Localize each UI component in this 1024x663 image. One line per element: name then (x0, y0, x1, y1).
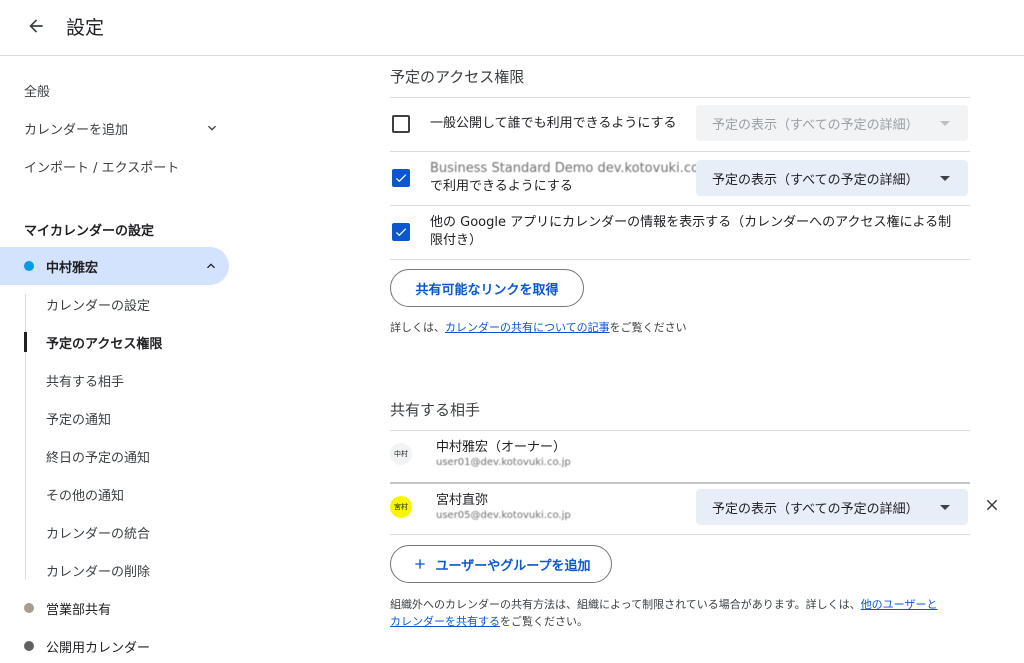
app-header: 設定 (0, 0, 1024, 56)
select-value: 予定の表示（すべての予定の詳細） (712, 172, 919, 188)
divider (390, 259, 970, 260)
chevron-down-icon (208, 125, 216, 131)
avatar: 中村 (390, 443, 412, 465)
sidebar-sub-integrate-calendar[interactable]: カレンダーの統合 (26, 513, 236, 551)
google-apps-label: 他の Google アプリにカレンダーの情報を表示する（カレンダーへのアクセス権… (430, 214, 970, 250)
check-icon (395, 174, 407, 183)
divider (390, 430, 970, 431)
person-name: 宮村直弥 (436, 493, 489, 508)
close-icon (986, 499, 998, 511)
sidebar-sub-event-notifications[interactable]: 予定の通知 (26, 399, 236, 437)
button-label: ユーザーやグループを追加 (435, 558, 591, 574)
calendar-name: 中村雅宏 (46, 260, 99, 276)
divider (390, 151, 970, 152)
public-permission-select[interactable]: 予定の表示（すべての予定の詳細） (696, 105, 968, 141)
person-name: 中村雅宏（オーナー） (436, 440, 567, 455)
access-help-text: 詳しくは、カレンダーの共有についての記事をご覧ください (390, 321, 687, 334)
org-label: Business Standard Demo dev.kotovuki.co.j… (430, 160, 715, 196)
sharing-article-link[interactable]: カレンダーの共有についての記事 (445, 321, 610, 334)
sidebar-item-import-export[interactable]: インポート / エクスポート (0, 147, 230, 185)
add-people-button[interactable]: ユーザーやグループを追加 (390, 545, 612, 583)
back-button[interactable] (20, 10, 52, 42)
public-label: 一般公開して誰でも利用できるようにする (430, 116, 677, 131)
org-checkbox[interactable] (392, 169, 410, 187)
remove-member-button[interactable] (980, 493, 1004, 517)
person-email: user05@dev.kotovuki.co.jp (436, 510, 571, 521)
sidebar-item-general[interactable]: 全般 (0, 71, 230, 109)
sidebar-sub-share-with[interactable]: 共有する相手 (26, 361, 236, 399)
calendar-color-dot (24, 261, 34, 271)
arrow-back-icon (29, 19, 43, 33)
sidebar-sub-delete-calendar[interactable]: カレンダーの削除 (26, 551, 236, 589)
org-permission-select[interactable]: 予定の表示（すべての予定の詳細） (696, 160, 968, 196)
select-value: 予定の表示（すべての予定の詳細） (712, 501, 919, 517)
plus-icon (414, 559, 425, 569)
org-name: Business Standard Demo dev.kotovuki.co.j… (430, 161, 715, 176)
sidebar-item-label: カレンダーを追加 (24, 122, 129, 138)
page-title: 設定 (66, 17, 105, 39)
calendar-color-dot (24, 603, 34, 613)
avatar: 宮村 (390, 496, 412, 518)
sidebar-calendar-nakamura[interactable]: 中村雅宏 (0, 247, 229, 285)
sidebar-sub-access-permissions[interactable]: 予定のアクセス権限 (26, 323, 236, 361)
select-value: 予定の表示（すべての予定の詳細） (712, 117, 919, 133)
divider (390, 482, 970, 484)
calendar-name: 公開用カレンダー (46, 640, 151, 656)
calendar-color-dot (24, 641, 34, 651)
divider (390, 205, 970, 206)
dropdown-caret-icon (940, 176, 950, 181)
share-section-title: 共有する相手 (390, 401, 481, 419)
sidebar-sub-calendar-settings[interactable]: カレンダーの設定 (26, 285, 236, 323)
sidebar-sub-allday-notifications[interactable]: 終日の予定の通知 (26, 437, 236, 475)
label-line: 限付き） (430, 233, 483, 248)
divider (390, 97, 970, 98)
label-line: 他の Google アプリにカレンダーの情報を表示する（カレンダーへのアクセス権… (430, 215, 952, 230)
dropdown-caret-icon (940, 121, 950, 126)
org-suffix: で利用できるようにする (430, 179, 573, 194)
person-email: user01@dev.kotovuki.co.jp (436, 457, 571, 468)
member-permission-select[interactable]: 予定の表示（すべての予定の詳細） (696, 489, 968, 525)
access-section-title: 予定のアクセス権限 (390, 68, 525, 86)
check-icon (395, 228, 407, 237)
get-share-link-button[interactable]: 共有可能なリンクを取得 (390, 269, 584, 307)
sidebar-item-add-calendar[interactable]: カレンダーを追加 (0, 109, 230, 147)
sidebar-calendar-sales[interactable]: 営業部共有 (0, 589, 229, 627)
dropdown-caret-icon (940, 505, 950, 510)
divider (390, 534, 970, 535)
share-help-text: 組織外へのカレンダーの共有方法は、組織によって制限されている場合があります。詳し… (390, 598, 938, 628)
sidebar-calendar-public[interactable]: 公開用カレンダー (0, 627, 229, 663)
share-with-others-link-1[interactable]: 他のユーザーと (861, 598, 938, 611)
calendar-name: 営業部共有 (46, 602, 112, 618)
chevron-up-icon (207, 263, 215, 269)
settings-sidebar: 全般 カレンダーを追加 インポート / エクスポート マイカレンダーの設定 中村… (0, 57, 240, 663)
share-with-others-link-2[interactable]: カレンダーを共有する (390, 615, 500, 628)
sidebar-sub-other-notifications[interactable]: その他の通知 (26, 475, 236, 513)
my-calendars-title: マイカレンダーの設定 (24, 224, 155, 239)
google-apps-checkbox[interactable] (392, 223, 410, 241)
public-checkbox[interactable] (392, 115, 410, 133)
